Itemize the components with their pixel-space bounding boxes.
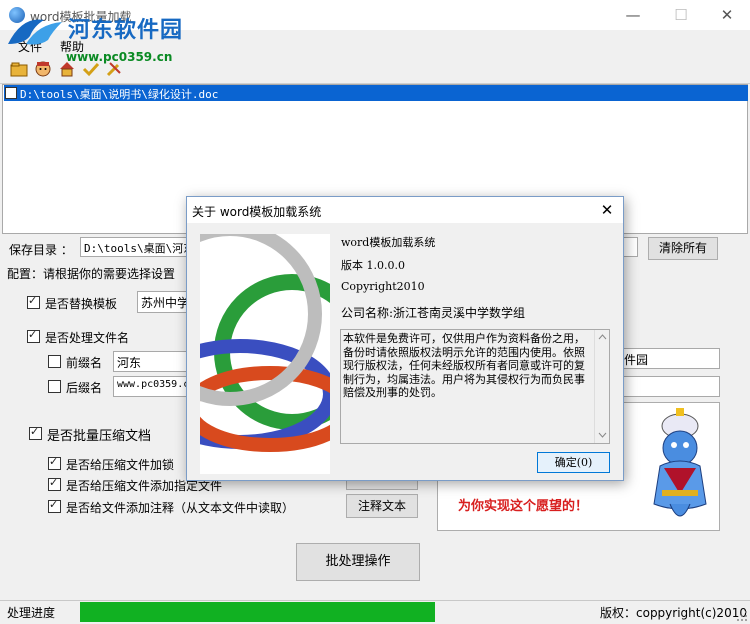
replace-template-checkbox[interactable] bbox=[27, 294, 40, 309]
progress-label: 处理进度 bbox=[7, 606, 56, 620]
rings-logo-icon bbox=[200, 234, 330, 474]
comment-checkbox[interactable] bbox=[48, 498, 61, 513]
encrypt-label: 是否给压缩文件加锁 bbox=[66, 458, 175, 472]
scroll-down-icon[interactable] bbox=[598, 432, 607, 438]
open-folder-icon[interactable] bbox=[10, 60, 28, 78]
save-dir-label: 保存目录 ： bbox=[9, 243, 73, 257]
suffix-label: 后缀名 bbox=[66, 381, 103, 395]
encrypt-checkbox[interactable] bbox=[48, 455, 61, 470]
config-label: 配置：请根据你的需要选择设置 bbox=[7, 267, 176, 281]
comment-text-button[interactable]: 注释文本 bbox=[346, 494, 418, 518]
dialog-company: 公司名称:浙江苍南灵溪中学数学组 bbox=[341, 306, 526, 320]
batch-process-button[interactable]: 批处理操作 bbox=[296, 543, 420, 581]
license-text: 本软件是免费许可，仅供用户作为资料备份之用，备份时请依照版权法明示允许的范围内使… bbox=[343, 332, 585, 399]
right-field-1[interactable]: 件园 bbox=[620, 348, 720, 369]
prefix-input[interactable]: 河东 bbox=[113, 351, 190, 372]
dialog-close-button[interactable]: ✕ bbox=[594, 199, 620, 221]
check-icon[interactable] bbox=[82, 60, 100, 78]
dialog-logo bbox=[200, 234, 330, 474]
license-scrollbar[interactable] bbox=[594, 330, 609, 443]
resize-grip-icon[interactable] bbox=[736, 610, 748, 622]
progress-bar bbox=[80, 602, 435, 622]
suffix-checkbox[interactable] bbox=[48, 380, 61, 393]
dialog-title: 关于 word模板加载系统 bbox=[192, 205, 322, 219]
close-button[interactable]: ✕ bbox=[704, 0, 750, 30]
dialog-version: 版本 1.0.0.0 bbox=[341, 259, 405, 272]
dialog-app-name: word模板加载系统 bbox=[341, 236, 436, 249]
right-field-2[interactable] bbox=[620, 376, 720, 397]
add-file-checkbox[interactable] bbox=[48, 476, 61, 491]
ok-button[interactable]: 确定(0) bbox=[537, 452, 610, 473]
process-filename-checkbox[interactable] bbox=[27, 328, 40, 343]
watermark-logo-icon bbox=[8, 19, 62, 45]
face-icon[interactable] bbox=[34, 60, 52, 78]
suffix-input[interactable]: www.pc0359.c bbox=[113, 376, 190, 397]
prefix-label: 前缀名 bbox=[66, 356, 103, 370]
process-filename-label: 是否处理文件名 bbox=[45, 331, 130, 345]
save-dir-input[interactable]: D:\tools\桌面\河东 bbox=[80, 237, 190, 257]
maximize-button[interactable]: ☐ bbox=[658, 0, 704, 30]
home-icon[interactable] bbox=[58, 60, 76, 78]
watermark-title: 河东软件园 bbox=[68, 17, 184, 43]
clear-all-button[interactable]: 清除所有 bbox=[648, 237, 718, 260]
file-checkbox[interactable] bbox=[5, 87, 17, 99]
prefix-checkbox[interactable] bbox=[48, 355, 61, 368]
compress-checkbox[interactable] bbox=[29, 425, 42, 440]
tools-icon[interactable] bbox=[105, 60, 123, 78]
minimize-button[interactable]: — bbox=[610, 0, 656, 30]
comment-label: 是否给文件添加注释（从文本文件中读取） bbox=[66, 501, 295, 515]
template-select[interactable]: 苏州中学 bbox=[137, 291, 190, 313]
file-path: D:\tools\桌面\说明书\绿化设计.doc bbox=[20, 88, 219, 101]
scroll-up-icon[interactable] bbox=[598, 334, 607, 340]
compress-label: 是否批量压缩文档 bbox=[47, 429, 152, 444]
copyright-label: 版权：coppyright(c)2010 bbox=[600, 606, 747, 620]
ad-text: 为你实现这个愿望的！ bbox=[458, 499, 589, 514]
dialog-copyright: Copyright2010 bbox=[341, 280, 425, 293]
genie-icon bbox=[653, 408, 707, 517]
replace-template-label: 是否替换模板 bbox=[45, 297, 118, 311]
